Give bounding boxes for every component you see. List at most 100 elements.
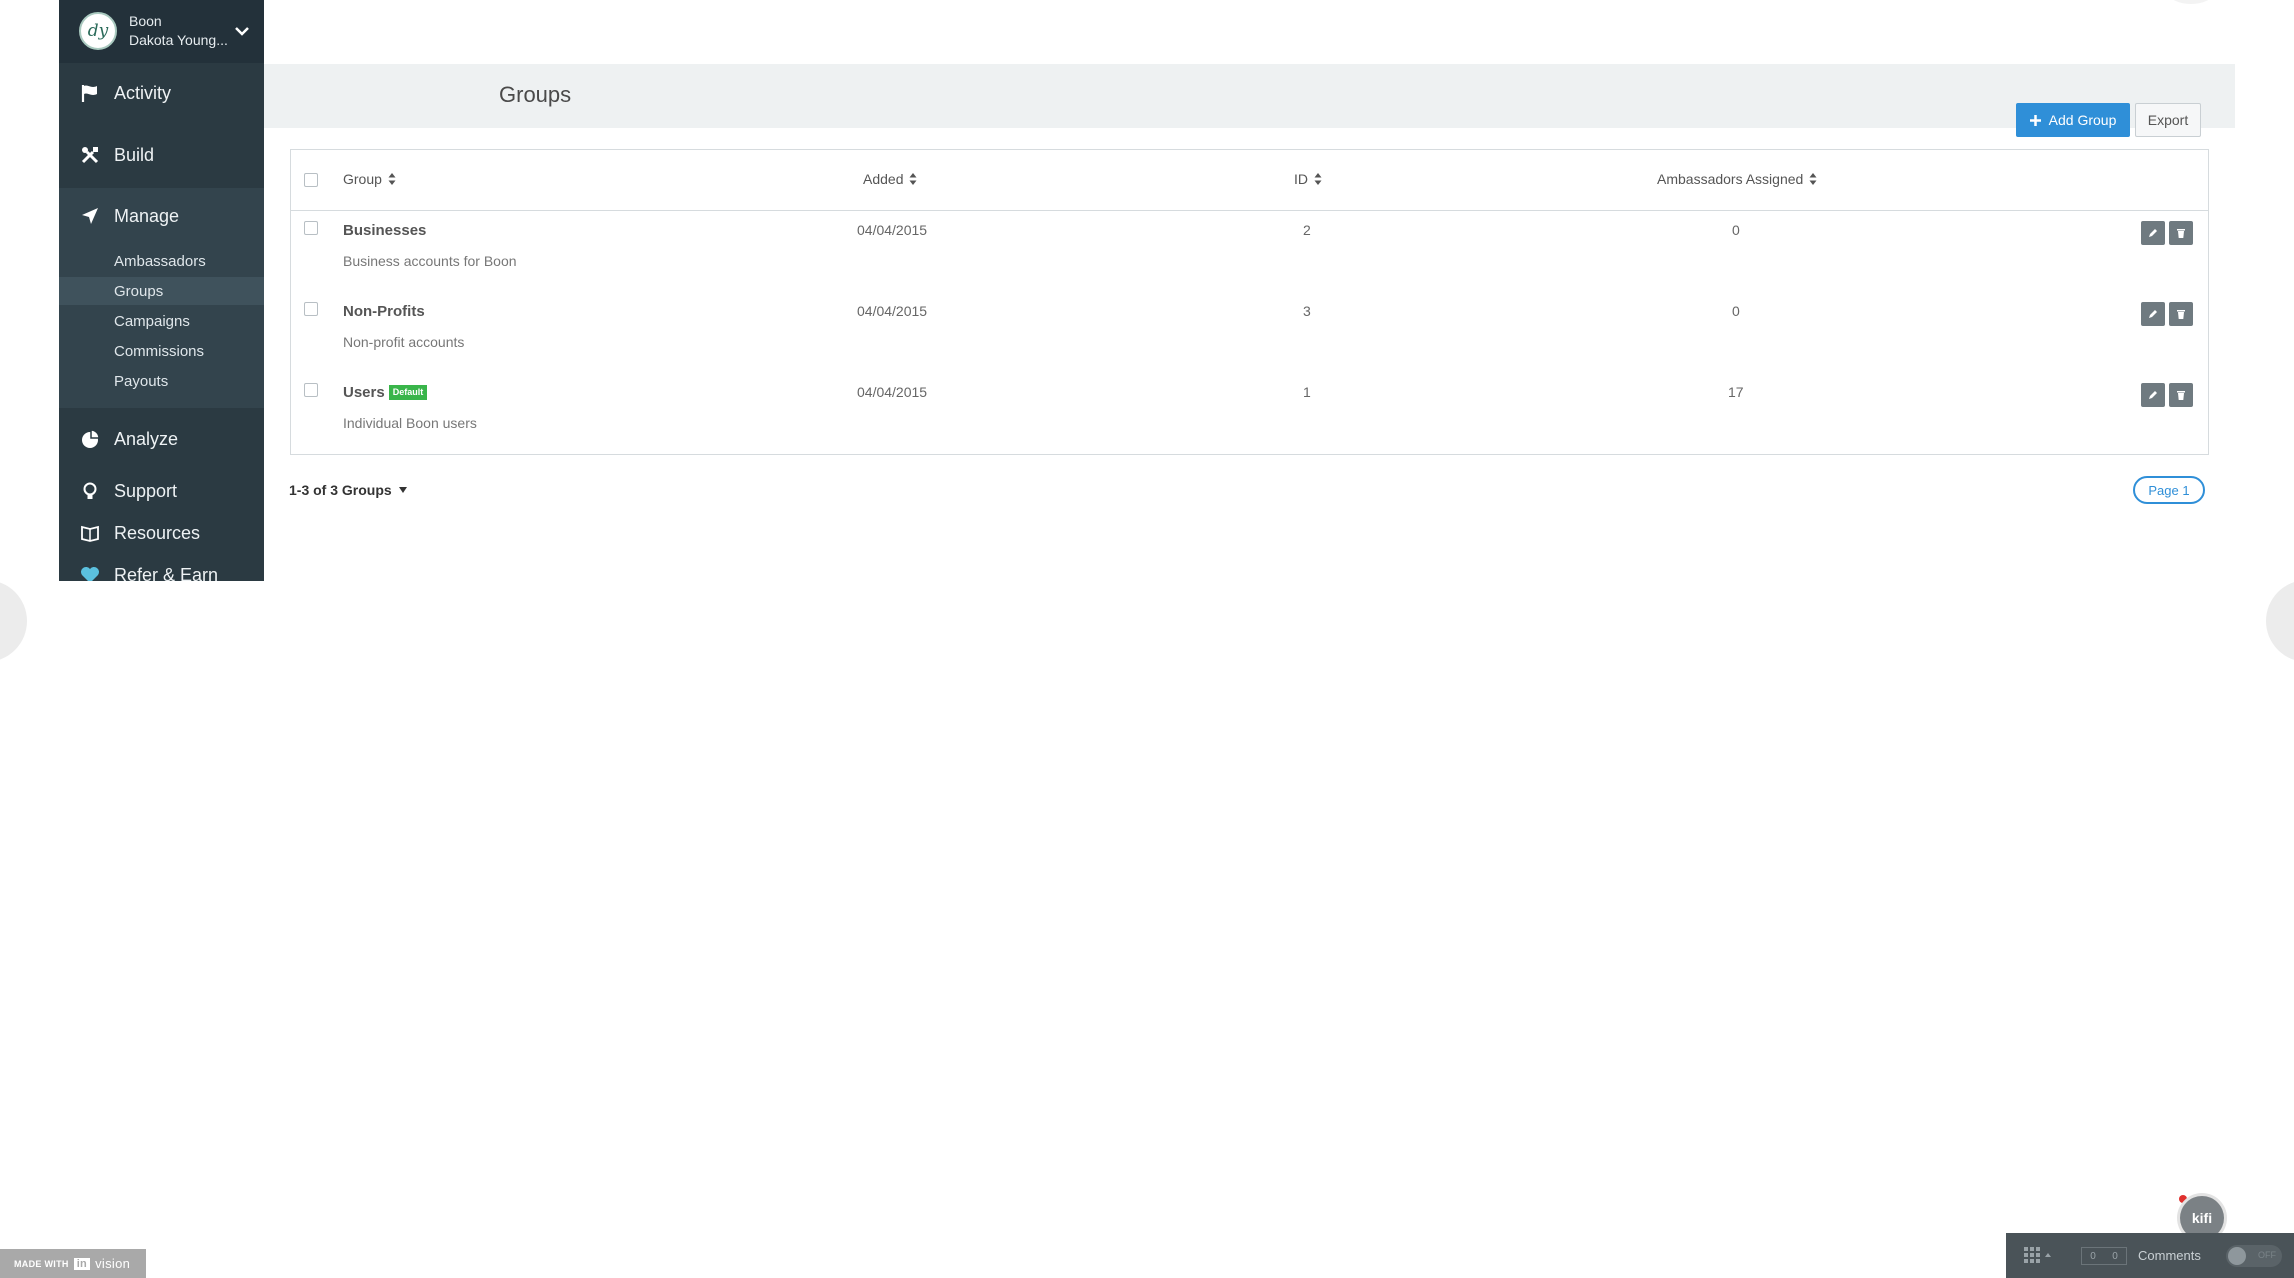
column-header-label: Ambassadors Assigned bbox=[1657, 171, 1804, 187]
group-name-link[interactable]: Users Default bbox=[343, 384, 428, 401]
navigation-arrow-icon bbox=[79, 205, 101, 227]
sidebar-subitem-campaigns[interactable]: Campaigns bbox=[59, 307, 264, 335]
table-row[interactable]: Businesses Business accounts for Boon 04… bbox=[291, 211, 2208, 292]
decorative-circle bbox=[2168, 0, 2214, 4]
heart-icon bbox=[79, 564, 101, 581]
sidebar-item-label: Refer & Earn bbox=[114, 564, 219, 582]
group-description: Individual Boon users bbox=[343, 415, 477, 431]
toggle-knob bbox=[2228, 1247, 2246, 1265]
table-row[interactable]: Non-Profits Non-profit accounts 04/04/20… bbox=[291, 292, 2208, 373]
made-with-invision-badge[interactable]: MADE WITH in vision bbox=[0, 1249, 146, 1278]
groups-table: Group Added ID Ambassadors Assigned Busi… bbox=[290, 149, 2209, 455]
sidebar-item-label: Support bbox=[114, 480, 178, 501]
table-row[interactable]: Users Default Individual Boon users 04/0… bbox=[291, 373, 2208, 454]
counter-left: 0 bbox=[2090, 1250, 2096, 1262]
row-checkbox[interactable] bbox=[304, 383, 318, 397]
sidebar-item-label: Build bbox=[114, 144, 155, 165]
sidebar-subitem-label: Groups bbox=[114, 282, 164, 300]
sidebar-subitem-payouts[interactable]: Payouts bbox=[59, 367, 264, 395]
comment-counter: 0 0 bbox=[2081, 1247, 2127, 1265]
invision-logo-in: in bbox=[73, 1257, 91, 1270]
delete-button[interactable] bbox=[2169, 302, 2193, 326]
column-header-label: ID bbox=[1294, 171, 1308, 187]
column-header-ambassadors-assigned[interactable]: Ambassadors Assigned bbox=[1657, 171, 1817, 187]
page-indicator[interactable]: Page 1 bbox=[2133, 476, 2205, 504]
book-icon bbox=[79, 522, 101, 544]
group-description: Non-profit accounts bbox=[343, 334, 465, 350]
group-name: Businesses bbox=[343, 222, 427, 239]
trash-icon bbox=[2177, 310, 2185, 319]
toggle-label: OFF bbox=[2258, 1250, 2276, 1260]
account-switcher[interactable]: dy Boon Dakota Young... bbox=[59, 0, 264, 63]
counter-right: 0 bbox=[2112, 1250, 2118, 1262]
select-all-checkbox[interactable] bbox=[304, 173, 318, 187]
sidebar-subitem-ambassadors[interactable]: Ambassadors bbox=[59, 247, 264, 275]
sidebar-item-label: Resources bbox=[114, 522, 201, 543]
add-group-button[interactable]: Add Group bbox=[2016, 103, 2130, 137]
pencil-icon bbox=[2149, 229, 2157, 237]
table-header: Group Added ID Ambassadors Assigned bbox=[291, 150, 2208, 211]
column-header-group[interactable]: Group bbox=[343, 171, 396, 187]
page-title: Groups bbox=[499, 82, 572, 107]
group-ambassadors-count: 0 bbox=[1732, 222, 1740, 238]
edit-button[interactable] bbox=[2141, 302, 2165, 326]
sort-icon bbox=[388, 173, 396, 185]
sidebar-item-build[interactable]: Build bbox=[59, 133, 264, 177]
sidebar-item-refer-earn[interactable]: Refer & Earn bbox=[59, 553, 264, 581]
export-button[interactable]: Export bbox=[2135, 103, 2201, 137]
group-name: Users bbox=[343, 384, 385, 401]
sidebar-item-activity[interactable]: Activity bbox=[59, 71, 264, 115]
edit-button[interactable] bbox=[2141, 221, 2165, 245]
group-added-date: 04/04/2015 bbox=[857, 303, 928, 319]
prev-arrow-circle[interactable] bbox=[0, 580, 27, 662]
sidebar-item-support[interactable]: Support bbox=[59, 469, 264, 513]
column-header-label: Group bbox=[343, 171, 382, 187]
group-added-date: 04/04/2015 bbox=[857, 384, 928, 400]
row-checkbox[interactable] bbox=[304, 221, 318, 235]
add-group-label: Add Group bbox=[2048, 112, 2117, 128]
group-name-link[interactable]: Businesses bbox=[343, 222, 426, 239]
caret-down-icon bbox=[398, 487, 407, 493]
sidebar-item-label: Manage bbox=[114, 205, 180, 226]
grid-menu-icon[interactable] bbox=[2024, 1247, 2054, 1265]
chevron-down-icon[interactable] bbox=[231, 20, 253, 42]
sidebar-subitem-label: Campaigns bbox=[114, 312, 190, 330]
next-arrow-circle[interactable] bbox=[2266, 580, 2294, 662]
edit-button[interactable] bbox=[2141, 383, 2165, 407]
sidebar-subitem-groups[interactable]: Groups bbox=[59, 277, 264, 305]
group-id: 3 bbox=[1303, 303, 1311, 319]
sidebar-item-manage[interactable]: Manage bbox=[59, 194, 264, 238]
sidebar-item-resources[interactable]: Resources bbox=[59, 511, 264, 555]
plus-icon bbox=[2029, 114, 2041, 126]
delete-button[interactable] bbox=[2169, 221, 2193, 245]
default-badge: Default bbox=[388, 385, 428, 400]
group-added-date: 04/04/2015 bbox=[857, 222, 928, 238]
sidebar-item-analyze[interactable]: Analyze bbox=[59, 417, 264, 461]
invision-comments-bar: 0 0 Comments OFF bbox=[2006, 1233, 2294, 1278]
column-header-added[interactable]: Added bbox=[863, 171, 917, 187]
group-name-link[interactable]: Non-Profits bbox=[343, 303, 425, 320]
group-name: Non-Profits bbox=[343, 303, 425, 320]
trash-icon bbox=[2177, 391, 2185, 400]
sidebar-subitem-commissions[interactable]: Commissions bbox=[59, 337, 264, 365]
group-id: 1 bbox=[1303, 384, 1311, 400]
group-ambassadors-count: 0 bbox=[1732, 303, 1740, 319]
pencil-icon bbox=[2149, 391, 2157, 399]
column-header-id[interactable]: ID bbox=[1294, 171, 1322, 187]
column-header-label: Added bbox=[863, 171, 904, 187]
sort-icon bbox=[1809, 173, 1817, 185]
row-checkbox[interactable] bbox=[304, 302, 318, 316]
flag-icon bbox=[79, 82, 101, 104]
sidebar-subitem-label: Payouts bbox=[114, 372, 169, 390]
delete-button[interactable] bbox=[2169, 383, 2193, 407]
pie-chart-icon bbox=[79, 428, 101, 450]
comments-toggle[interactable]: OFF bbox=[2226, 1245, 2282, 1267]
sort-icon bbox=[909, 173, 917, 185]
sidebar-item-label: Analyze bbox=[114, 428, 179, 449]
trash-icon bbox=[2177, 229, 2185, 238]
invision-logo-vision: vision bbox=[95, 1256, 131, 1271]
pagination-count-dropdown[interactable]: 1-3 of 3 Groups bbox=[289, 482, 408, 498]
group-ambassadors-count: 17 bbox=[1728, 384, 1744, 400]
tools-icon bbox=[79, 144, 101, 166]
sidebar: dy Boon Dakota Young... Activity Build M… bbox=[59, 0, 264, 581]
